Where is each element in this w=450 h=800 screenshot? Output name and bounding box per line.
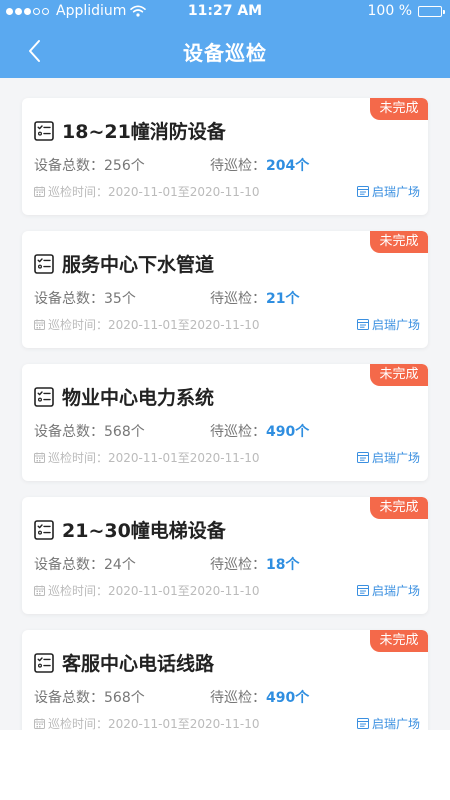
pending-label: 待巡检： [210,424,266,440]
time-label: 巡检时间： [48,717,109,730]
pending-value: 204个 [266,158,310,174]
inspection-card[interactable]: 未完成 物业中心电力系统 设备总数：568个 待巡检：490个 巡检时间： 20… [22,364,428,481]
time-label: 巡检时间： [48,451,109,465]
total-count: 设备总数：24个 [34,554,136,574]
time-label: 巡检时间： [48,584,109,598]
card-title-row: 物业中心电力系统 [34,383,214,410]
building-icon [356,452,369,463]
inspection-card[interactable]: 未完成 客服中心电话线路 设备总数：568个 待巡检：490个 巡检时间： 20… [22,630,428,730]
inspection-time: 巡检时间： 2020-11-01至2020-11-10 [34,715,260,730]
inspection-card[interactable]: 未完成 服务中心下水管道 设备总数：35个 待巡检：21个 巡检时间： 2020… [22,231,428,348]
time-value: 2020-11-01至2020-11-10 [108,318,260,332]
inspection-list-area[interactable]: 未完成 18~21幢消防设备 设备总数：256个 待巡检：204个 巡检时间： … [0,78,450,730]
total-count: 设备总数：35个 [34,288,136,308]
building-icon [356,718,369,729]
card-title: 18~21幢消防设备 [62,121,226,143]
nav-bar: 设备巡检 [0,24,450,78]
total-value: 35个 [104,291,136,307]
calendar-icon [34,319,45,330]
card-title-row: 客服中心电话线路 [34,649,214,676]
card-title: 服务中心下水管道 [62,254,215,276]
inspection-time: 巡检时间： 2020-11-01至2020-11-10 [34,183,260,200]
checklist-icon [34,652,54,673]
total-label: 设备总数： [34,557,104,573]
card-title: 21~30幢电梯设备 [62,520,226,542]
battery-icon [418,5,445,17]
status-badge: 未完成 [370,364,428,386]
total-count: 设备总数：568个 [34,421,145,441]
pending-count: 待巡检：18个 [210,554,299,574]
time-value: 2020-11-01至2020-11-10 [108,717,260,730]
battery-percentage: 100 % [367,3,412,19]
location: 启瑞广场 [356,582,420,599]
card-title: 客服中心电话线路 [62,653,215,675]
checklist-icon [34,253,54,274]
checklist-icon [34,386,54,407]
time-value: 2020-11-01至2020-11-10 [108,584,260,598]
total-count: 设备总数：568个 [34,687,145,707]
status-bar: Applidium 11:27 AM 100 % [0,0,450,24]
pending-value: 490个 [266,424,310,440]
card-title-row: 21~30幢电梯设备 [34,516,226,543]
location-name: 启瑞广场 [371,185,420,199]
building-icon [356,319,369,330]
pending-label: 待巡检： [210,291,266,307]
pending-value: 490个 [266,690,310,706]
card-title: 物业中心电力系统 [62,387,215,409]
pending-count: 待巡检：490个 [210,421,309,441]
card-title-row: 服务中心下水管道 [34,250,214,277]
inspection-time: 巡检时间： 2020-11-01至2020-11-10 [34,449,260,466]
pending-count: 待巡检：21个 [210,288,299,308]
time-label: 巡检时间： [48,185,109,199]
inspection-card[interactable]: 未完成 21~30幢电梯设备 设备总数：24个 待巡检：18个 巡检时间： 20… [22,497,428,614]
time-value: 2020-11-01至2020-11-10 [108,185,260,199]
total-label: 设备总数： [34,424,104,440]
pending-label: 待巡检： [210,557,266,573]
checklist-icon [34,519,54,540]
time-label: 巡检时间： [48,318,109,332]
status-badge: 未完成 [370,231,428,253]
inspection-time: 巡检时间： 2020-11-01至2020-11-10 [34,582,260,599]
pending-count: 待巡检：204个 [210,155,309,175]
location-name: 启瑞广场 [371,318,420,332]
total-value: 568个 [104,690,145,706]
calendar-icon [34,718,45,729]
location-name: 启瑞广场 [371,717,420,730]
location-name: 启瑞广场 [371,584,420,598]
total-value: 256个 [104,158,145,174]
location: 启瑞广场 [356,715,420,730]
building-icon [356,585,369,596]
pending-label: 待巡检： [210,158,266,174]
status-badge: 未完成 [370,497,428,519]
location: 启瑞广场 [356,183,420,200]
pending-label: 待巡检： [210,690,266,706]
calendar-icon [34,452,45,463]
status-right: 100 % [367,3,445,19]
total-count: 设备总数：256个 [34,155,145,175]
checklist-icon [34,120,54,141]
pending-value: 18个 [266,557,300,573]
total-label: 设备总数： [34,690,104,706]
time-value: 2020-11-01至2020-11-10 [108,451,260,465]
pending-value: 21个 [266,291,300,307]
page-title: 设备巡检 [183,41,267,65]
inspection-time: 巡检时间： 2020-11-01至2020-11-10 [34,316,260,333]
location: 启瑞广场 [356,316,420,333]
building-icon [356,186,369,197]
calendar-icon [34,585,45,596]
calendar-icon [34,186,45,197]
status-badge: 未完成 [370,98,428,120]
total-label: 设备总数： [34,291,104,307]
inspection-card[interactable]: 未完成 18~21幢消防设备 设备总数：256个 待巡检：204个 巡检时间： … [22,98,428,215]
inspection-card-list: 未完成 18~21幢消防设备 设备总数：256个 待巡检：204个 巡检时间： … [22,98,428,730]
total-value: 24个 [104,557,136,573]
location-name: 启瑞广场 [371,451,420,465]
card-title-row: 18~21幢消防设备 [34,117,226,144]
pending-count: 待巡检：490个 [210,687,309,707]
total-value: 568个 [104,424,145,440]
total-label: 设备总数： [34,158,104,174]
location: 启瑞广场 [356,449,420,466]
status-badge: 未完成 [370,630,428,652]
app-header: Applidium 11:27 AM 100 % 设备巡检 [0,0,450,78]
